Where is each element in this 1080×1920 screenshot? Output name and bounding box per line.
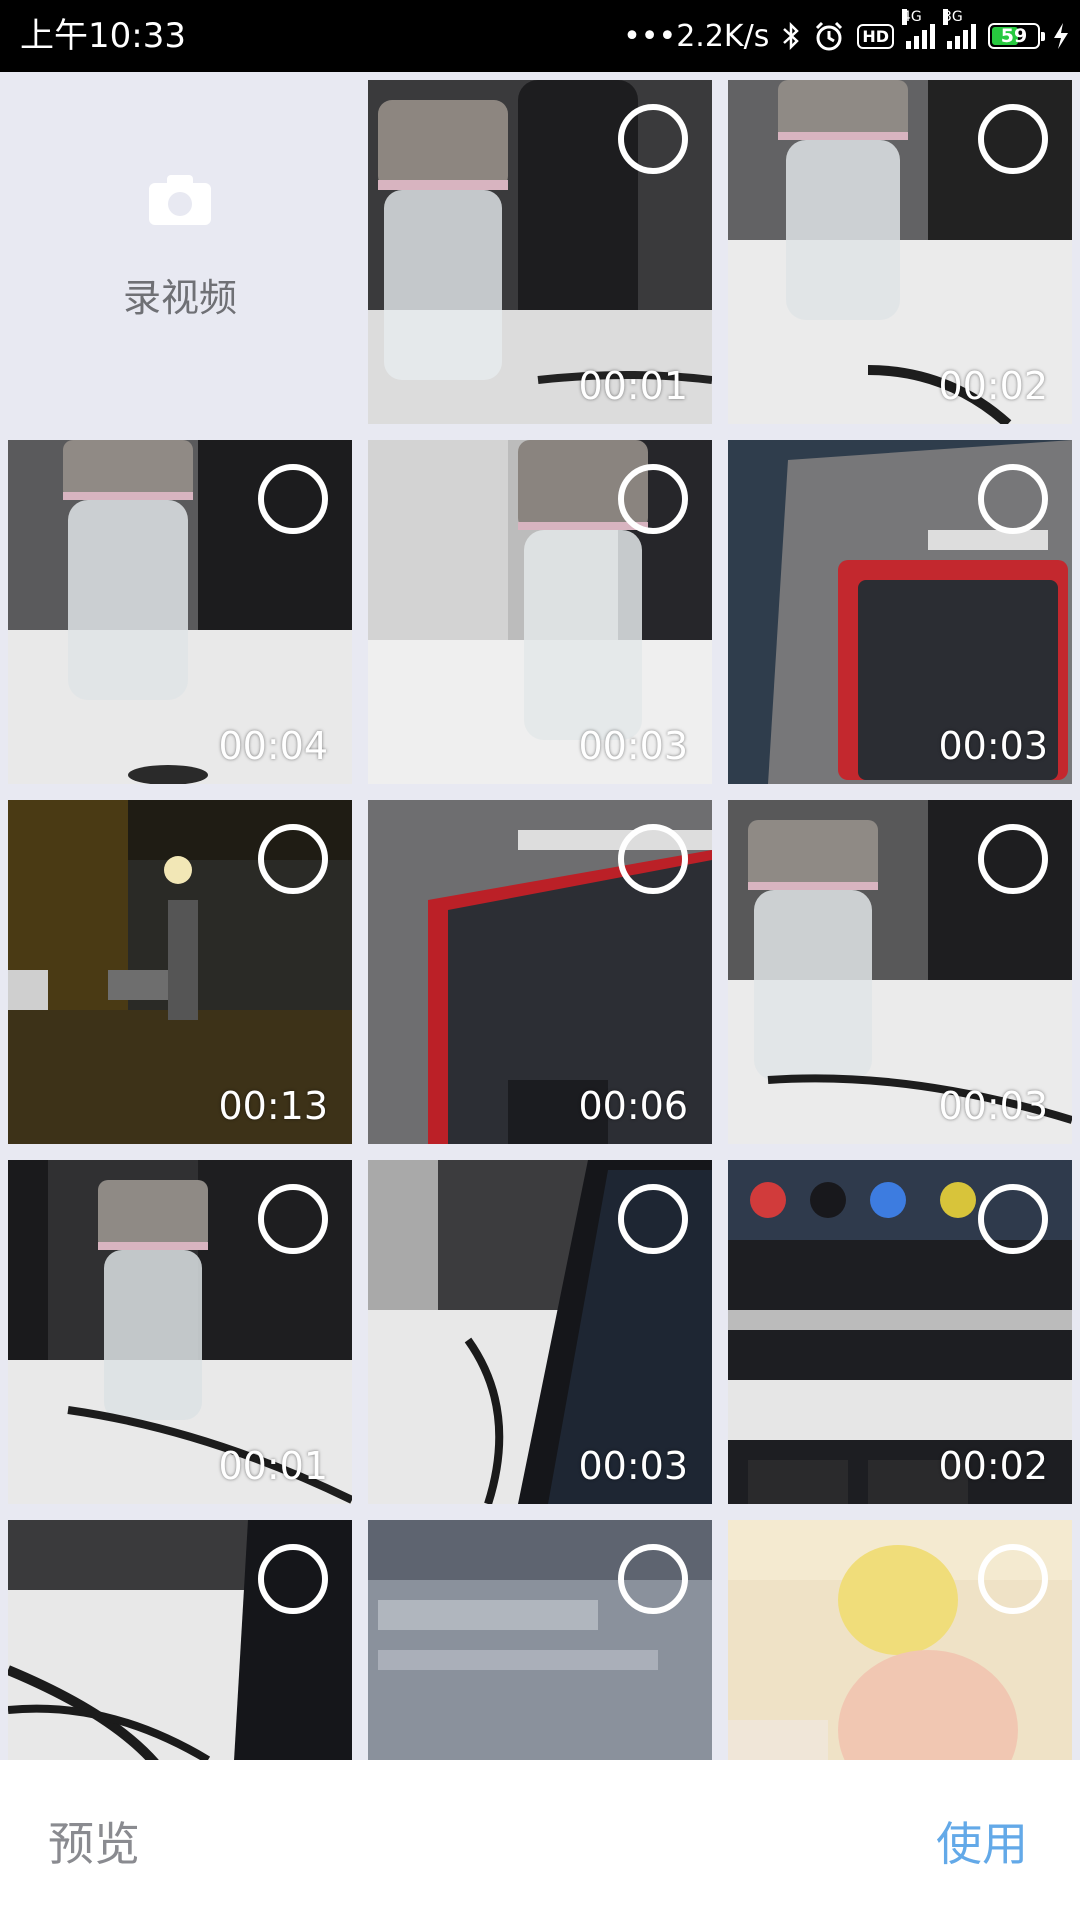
- network-speed-text: 2.2K/s: [676, 18, 770, 54]
- camera-icon: [149, 173, 211, 225]
- select-circle-icon[interactable]: [978, 1184, 1048, 1254]
- select-circle-icon[interactable]: [258, 824, 328, 894]
- battery-icon: 59: [988, 23, 1045, 49]
- bottom-bar: 预览 使用: [0, 1760, 1080, 1920]
- video-duration: 00:03: [578, 724, 688, 768]
- video-duration: 00:02: [938, 1444, 1048, 1488]
- video-thumbnail[interactable]: 00:02: [728, 80, 1072, 424]
- video-duration: 00:04: [218, 724, 328, 768]
- record-video-tile[interactable]: 录视频: [8, 80, 352, 424]
- select-circle-icon[interactable]: [618, 1184, 688, 1254]
- network-speed: •••2.2K/s: [623, 19, 769, 54]
- status-icons: •••2.2K/s HD 4G 3G 59: [623, 9, 1070, 58]
- charging-icon: [1052, 21, 1070, 51]
- signal-3g-label: 3G: [943, 9, 963, 25]
- video-duration: 00:06: [578, 1084, 688, 1128]
- more-dots-icon: •••: [623, 18, 677, 54]
- select-circle-icon[interactable]: [258, 1184, 328, 1254]
- video-thumbnail[interactable]: 00:01: [368, 80, 712, 424]
- video-duration: 00:01: [578, 364, 688, 408]
- signal-3g-icon: 3G: [943, 9, 976, 49]
- video-thumbnail[interactable]: 00:03: [368, 1160, 712, 1504]
- select-circle-icon[interactable]: [258, 1544, 328, 1614]
- video-grid: 录视频 00:01 00:02 00:04 00:03 00:03 00:13 …: [8, 80, 1072, 1864]
- signal-4g-label: 4G: [902, 9, 922, 25]
- record-video-label: 录视频: [122, 275, 237, 320]
- video-thumbnail[interactable]: 00:03: [728, 440, 1072, 784]
- alarm-icon: [813, 20, 845, 52]
- select-circle-icon[interactable]: [618, 464, 688, 534]
- video-thumbnail[interactable]: 00:02: [728, 1160, 1072, 1504]
- bluetooth-icon: [781, 21, 801, 51]
- video-thumbnail[interactable]: 00:13: [8, 800, 352, 1144]
- video-duration: 00:01: [218, 1444, 328, 1488]
- select-circle-icon[interactable]: [978, 464, 1048, 534]
- select-circle-icon[interactable]: [978, 824, 1048, 894]
- video-thumbnail[interactable]: 00:04: [8, 440, 352, 784]
- video-thumbnail[interactable]: 00:03: [368, 440, 712, 784]
- status-bar: 上午10:33 •••2.2K/s HD 4G 3G 59: [0, 0, 1080, 72]
- select-circle-icon[interactable]: [978, 104, 1048, 174]
- select-circle-icon[interactable]: [618, 824, 688, 894]
- select-circle-icon[interactable]: [618, 104, 688, 174]
- video-thumbnail[interactable]: 00:01: [8, 1160, 352, 1504]
- select-circle-icon[interactable]: [618, 1544, 688, 1614]
- video-duration: 00:13: [218, 1084, 328, 1128]
- use-button[interactable]: 使用: [936, 1808, 1028, 1874]
- signal-4g-icon: 4G: [902, 9, 935, 49]
- battery-level: 59: [1000, 25, 1028, 47]
- status-time: 上午10:33: [20, 16, 186, 56]
- video-duration: 00:03: [938, 724, 1048, 768]
- video-thumbnail[interactable]: 00:06: [368, 800, 712, 1144]
- video-duration: 00:02: [938, 364, 1048, 408]
- select-circle-icon[interactable]: [258, 464, 328, 534]
- preview-button[interactable]: 预览: [48, 1808, 140, 1874]
- hd-icon: HD: [857, 23, 894, 49]
- video-duration: 00:03: [938, 1084, 1048, 1128]
- video-duration: 00:03: [578, 1444, 688, 1488]
- video-thumbnail[interactable]: 00:03: [728, 800, 1072, 1144]
- select-circle-icon[interactable]: [978, 1544, 1048, 1614]
